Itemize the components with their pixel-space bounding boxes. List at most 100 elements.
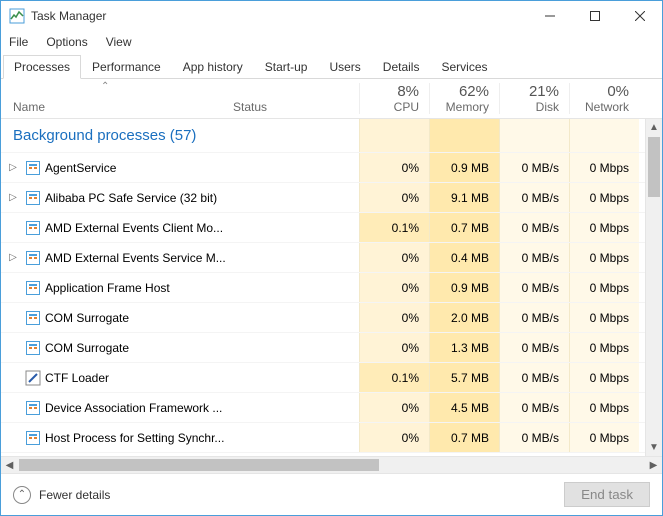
tab-services[interactable]: Services [430,55,498,79]
process-icon [25,220,41,236]
process-disk: 0 MB/s [499,423,569,452]
process-cpu: 0% [359,243,429,272]
process-memory: 0.4 MB [429,243,499,272]
tab-startup[interactable]: Start-up [254,55,319,79]
process-memory: 2.0 MB [429,303,499,332]
process-memory: 9.1 MB [429,183,499,212]
menu-file[interactable]: File [7,33,30,51]
process-name: COM Surrogate [45,341,129,355]
process-cpu: 0% [359,303,429,332]
header-network[interactable]: 0%Network [569,83,639,114]
group-header-background[interactable]: Background processes (57) [1,119,645,153]
process-status [233,303,359,332]
process-disk: 0 MB/s [499,243,569,272]
scroll-up-arrow-icon[interactable]: ▲ [646,119,662,136]
expand-icon[interactable]: ▷ [5,192,21,203]
process-disk: 0 MB/s [499,303,569,332]
table-row[interactable]: Host Process for Setting Synchr...0%0.7 … [1,423,645,453]
process-network: 0 Mbps [569,213,639,242]
process-icon [25,160,41,176]
process-icon [25,370,41,386]
header-disk[interactable]: 21%Disk [499,83,569,114]
menu-view[interactable]: View [104,33,134,51]
fewer-details-label: Fewer details [39,488,110,502]
tab-details[interactable]: Details [372,55,431,79]
header-cpu[interactable]: 8%CPU [359,83,429,114]
process-icon [25,400,41,416]
expand-icon[interactable]: ▷ [5,252,21,263]
scroll-right-arrow-icon[interactable]: ▶ [645,457,662,473]
process-network: 0 Mbps [569,333,639,362]
tab-processes[interactable]: Processes [3,55,81,79]
scroll-left-arrow-icon[interactable]: ◀ [1,457,18,473]
window-title: Task Manager [31,9,527,23]
title-bar: Task Manager [1,1,662,31]
process-icon [25,340,41,356]
process-memory: 1.3 MB [429,333,499,362]
table-row[interactable]: ▷ AMD External Events Service M... 0%0.4 M… [1,243,645,273]
process-name: Alibaba PC Safe Service (32 bit) [45,191,217,205]
table-row[interactable]: COM Surrogate 0%2.0 MB0 MB/s0 Mbps [1,303,645,333]
horizontal-scrollbar[interactable]: ◀ ▶ [1,456,662,473]
process-name: AgentService [45,161,116,175]
expand-icon[interactable]: ▷ [5,162,21,173]
process-name: CTF Loader [45,371,109,385]
header-status[interactable]: Status [233,100,359,114]
process-name: AMD External Events Client Mo... [45,221,223,235]
tab-app-history[interactable]: App history [172,55,254,79]
process-network: 0 Mbps [569,303,639,332]
process-disk: 0 MB/s [499,333,569,362]
process-memory: 0.9 MB [429,153,499,182]
table-row[interactable]: AMD External Events Client Mo...0.1%0.7 … [1,213,645,243]
process-name: COM Surrogate [45,311,129,325]
process-disk: 0 MB/s [499,213,569,242]
process-status [233,393,359,422]
header-name[interactable]: Name [1,100,233,114]
process-icon [25,430,41,446]
end-task-button[interactable]: End task [564,482,650,507]
table-row[interactable]: CTF Loader0.1%5.7 MB0 MB/s0 Mbps [1,363,645,393]
process-cpu: 0% [359,333,429,362]
scroll-thumb-h[interactable] [19,459,379,471]
process-status [233,333,359,362]
table-row[interactable]: Application Frame Host0%0.9 MB0 MB/s0 Mb… [1,273,645,303]
tab-users[interactable]: Users [318,55,371,79]
sort-indicator-icon: ⌃ [101,81,109,92]
tab-performance[interactable]: Performance [81,55,172,79]
process-name: AMD External Events Service M... [45,251,226,265]
group-label: Background processes (57) [1,119,359,152]
scroll-thumb[interactable] [648,137,660,197]
fewer-details-button[interactable]: ⌃ Fewer details [13,486,110,504]
scroll-down-arrow-icon[interactable]: ▼ [646,439,662,456]
process-cpu: 0% [359,153,429,182]
process-status [233,183,359,212]
process-network: 0 Mbps [569,153,639,182]
process-cpu: 0% [359,423,429,452]
app-icon [9,8,25,24]
process-icon [25,280,41,296]
process-icon [25,190,41,206]
process-memory: 0.9 MB [429,273,499,302]
column-headers: ⌃ Name Status 8%CPU 62%Memory 21%Disk 0%… [1,79,662,119]
process-memory: 5.7 MB [429,363,499,392]
table-row[interactable]: COM Surrogate 0%1.3 MB0 MB/s0 Mbps [1,333,645,363]
header-memory[interactable]: 62%Memory [429,83,499,114]
process-disk: 0 MB/s [499,363,569,392]
process-disk: 0 MB/s [499,153,569,182]
process-memory: 0.7 MB [429,213,499,242]
process-cpu: 0% [359,183,429,212]
maximize-button[interactable] [572,1,617,31]
table-row[interactable]: ▷ Alibaba PC Safe Service (32 bit) 0%9.1 M… [1,183,645,213]
close-button[interactable] [617,1,662,31]
table-row[interactable]: Device Association Framework ...0%4.5 MB… [1,393,645,423]
minimize-button[interactable] [527,1,572,31]
menu-options[interactable]: Options [44,33,89,51]
menu-bar: File Options View [1,31,662,53]
process-name: Application Frame Host [45,281,170,295]
process-network: 0 Mbps [569,423,639,452]
vertical-scrollbar[interactable]: ▲ ▼ [645,119,662,456]
table-row[interactable]: ▷ AgentService 0%0.9 MB0 MB/s0 Mbps [1,153,645,183]
process-name: Device Association Framework ... [45,401,222,415]
process-network: 0 Mbps [569,183,639,212]
process-network: 0 Mbps [569,363,639,392]
